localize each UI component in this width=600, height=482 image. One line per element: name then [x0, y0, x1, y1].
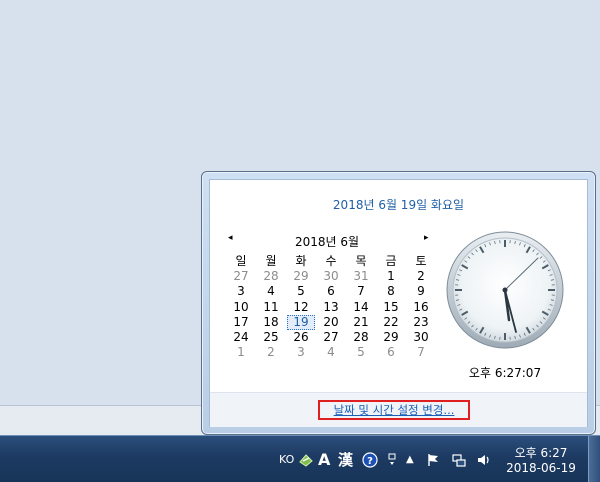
show-hidden-icons[interactable]: ▲ [406, 452, 414, 468]
popup-footer: 날짜 및 시간 설정 변경... [210, 392, 587, 427]
calendar-day[interactable]: 9 [406, 284, 436, 299]
calendar-day[interactable]: 30 [406, 330, 436, 345]
calendar-day[interactable]: 10 [226, 300, 256, 315]
calendar-day[interactable]: 28 [256, 269, 286, 284]
taskbar-date: 2018-06-19 [506, 461, 576, 476]
calendar-day[interactable]: 16 [406, 300, 436, 315]
change-date-time-settings-link[interactable]: 날짜 및 시간 설정 변경... [318, 400, 470, 420]
weekday-header: 금 [376, 254, 406, 269]
help-icon[interactable]: ? [362, 452, 378, 468]
calendar-day[interactable]: 25 [256, 330, 286, 345]
calendar-day[interactable]: 4 [256, 284, 286, 299]
calendar-grid: 일월화수목금토272829303112345678910111213141516… [226, 254, 436, 360]
network-icon[interactable] [451, 452, 467, 468]
calendar-day[interactable]: 1 [226, 345, 256, 360]
weekday-header: 일 [226, 254, 256, 269]
calendar-day[interactable]: 11 [256, 300, 286, 315]
next-month-icon[interactable]: ▸ [424, 233, 429, 243]
calendar-day[interactable]: 4 [316, 345, 346, 360]
calendar-day[interactable]: 6 [376, 345, 406, 360]
calendar-day[interactable]: 1 [376, 269, 406, 284]
calendar-day[interactable]: 5 [286, 284, 316, 299]
taskbar: KO A 漢 ? ▲ 오후 6:27 2018-06-19 [0, 435, 600, 482]
language-indicator[interactable]: KO [279, 452, 294, 468]
full-date-link[interactable]: 2018년 6월 19일 화요일 [210, 196, 587, 213]
weekday-header: 토 [406, 254, 436, 269]
calendar-day[interactable]: 29 [376, 330, 406, 345]
calendar-day[interactable]: 3 [286, 345, 316, 360]
calendar-day[interactable]: 8 [376, 284, 406, 299]
digital-clock-time: 오후 6:27:07 [440, 364, 570, 381]
calendar-day[interactable]: 22 [376, 315, 406, 330]
calendar-day[interactable]: 12 [286, 300, 316, 315]
calendar-day[interactable]: 29 [286, 269, 316, 284]
calendar-day[interactable]: 24 [226, 330, 256, 345]
calendar-day[interactable]: 21 [346, 315, 376, 330]
calendar-day[interactable]: 15 [376, 300, 406, 315]
ime-menu-icon[interactable] [387, 452, 399, 468]
calendar-day[interactable]: 7 [406, 345, 436, 360]
show-desktop-button[interactable] [588, 436, 600, 482]
weekday-header: 목 [346, 254, 376, 269]
popup-content: 2018년 6월 19일 화요일 ◂ 2018년 6월 ▸ 일월화수목금토272… [209, 179, 588, 427]
calendar-day[interactable]: 17 [226, 315, 256, 330]
ime-settings-icon[interactable] [298, 452, 314, 468]
volume-icon[interactable] [476, 452, 492, 468]
weekday-header: 화 [286, 254, 316, 269]
analog-clock [446, 231, 564, 349]
action-center-flag-icon[interactable] [426, 452, 440, 468]
calendar-day[interactable]: 26 [286, 330, 316, 345]
taskbar-time: 오후 6:27 [506, 446, 576, 461]
ime-hanja-indicator[interactable]: 漢 [338, 452, 353, 468]
calendar-day[interactable]: 27 [226, 269, 256, 284]
calendar-day[interactable]: 28 [346, 330, 376, 345]
calendar-day[interactable]: 7 [346, 284, 376, 299]
prev-month-icon[interactable]: ◂ [228, 233, 233, 243]
calendar-day[interactable]: 14 [346, 300, 376, 315]
weekday-header: 수 [316, 254, 346, 269]
calendar-day[interactable]: 31 [346, 269, 376, 284]
calendar-day[interactable]: 2 [406, 269, 436, 284]
calendar-day[interactable]: 5 [346, 345, 376, 360]
weekday-header: 월 [256, 254, 286, 269]
month-label[interactable]: 2018년 6월 [292, 233, 362, 250]
date-time-popup: 2018년 6월 19일 화요일 ◂ 2018년 6월 ▸ 일월화수목금토272… [201, 171, 596, 435]
calendar-day[interactable]: 18 [256, 315, 286, 330]
taskbar-clock[interactable]: 오후 6:27 2018-06-19 [506, 446, 576, 476]
calendar-day[interactable]: 2 [256, 345, 286, 360]
help-glyph: ? [367, 456, 373, 467]
calendar-day[interactable]: 13 [316, 300, 346, 315]
calendar-day[interactable]: 20 [316, 315, 346, 330]
ime-mode-indicator[interactable]: A [318, 452, 330, 468]
calendar-day[interactable]: 23 [406, 315, 436, 330]
calendar-day[interactable]: 3 [226, 284, 256, 299]
calendar-day[interactable]: 6 [316, 284, 346, 299]
calendar-day[interactable]: 27 [316, 330, 346, 345]
calendar-day-today[interactable]: 19 [287, 315, 315, 330]
calendar-day[interactable]: 30 [316, 269, 346, 284]
